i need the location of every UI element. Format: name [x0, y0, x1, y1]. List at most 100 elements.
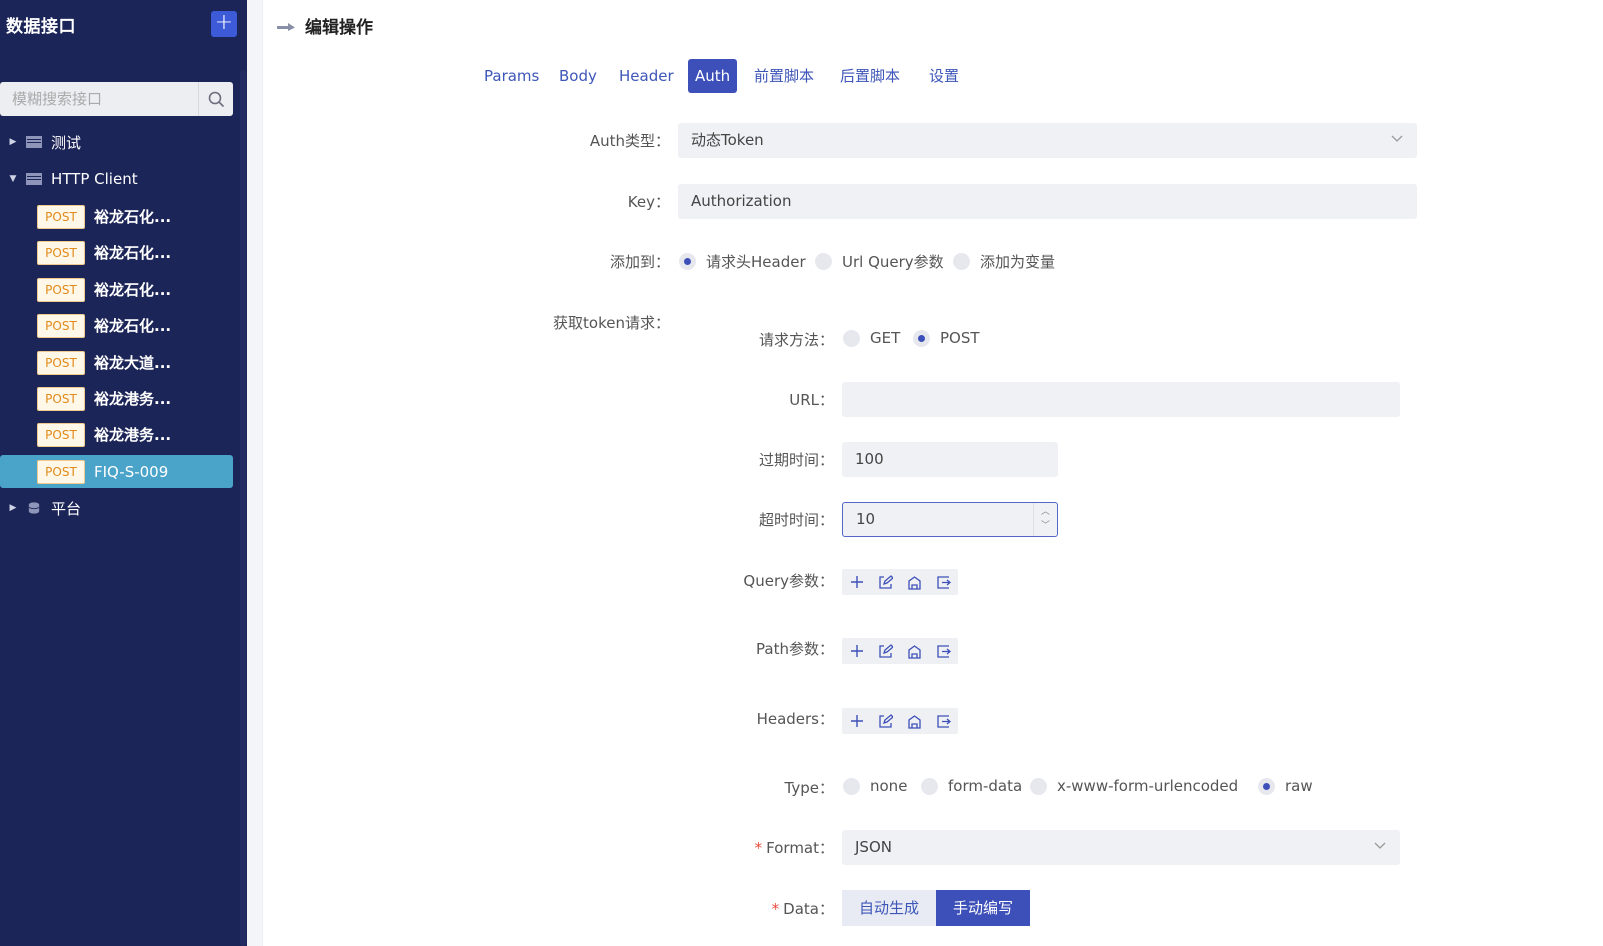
- tab-settings[interactable]: 设置: [923, 59, 965, 93]
- tab-params[interactable]: Params: [478, 59, 545, 93]
- radio-label: form-data: [948, 777, 1023, 795]
- manual-write-button[interactable]: 手动编写: [936, 890, 1031, 926]
- method-badge: POST: [37, 422, 85, 447]
- radio-type-urlencoded[interactable]: x-www-form-urlencoded: [1030, 777, 1238, 795]
- caret-right-icon: ▶: [9, 137, 17, 147]
- radio-label: none: [870, 777, 908, 795]
- edit-button[interactable]: [871, 708, 900, 734]
- list-item-label: 裕龙石化...: [94, 244, 172, 262]
- radio-label: POST: [940, 329, 980, 347]
- radio-label: Url Query参数: [842, 253, 944, 271]
- chevron-down-icon[interactable]: ﹀: [1034, 519, 1057, 533]
- key-value: Authorization: [691, 192, 792, 210]
- export-button[interactable]: [929, 638, 958, 664]
- tree-group-label: 测试: [51, 133, 82, 152]
- export-button[interactable]: [929, 569, 958, 595]
- add-button[interactable]: [842, 569, 871, 595]
- method-badge: POST: [37, 313, 85, 338]
- sidebar: 数据接口 + ▶ 测试 ▼ HTTP Client POST 裕龙石化... P…: [0, 0, 247, 946]
- radio-method-post[interactable]: POST: [913, 329, 980, 347]
- list-item[interactable]: POST 裕龙大道...: [0, 346, 233, 379]
- add-button[interactable]: [842, 708, 871, 734]
- sidebar-scrollbar[interactable]: [240, 70, 246, 946]
- add-interface-button[interactable]: +: [211, 11, 237, 37]
- token-request-label: 获取token请求：: [553, 314, 670, 332]
- key-input[interactable]: Authorization: [678, 184, 1417, 219]
- export-button[interactable]: [929, 708, 958, 734]
- timeout-input[interactable]: 10 ︿ ﹀: [842, 502, 1058, 537]
- radio-add-to-query[interactable]: Url Query参数: [815, 251, 944, 272]
- auth-type-select[interactable]: 动态Token: [678, 123, 1417, 158]
- expire-input[interactable]: 100: [842, 442, 1058, 477]
- method-badge: POST: [37, 277, 85, 302]
- tab-auth[interactable]: Auth: [688, 59, 738, 93]
- edit-icon: [879, 643, 893, 658]
- bulk-button[interactable]: [900, 708, 929, 734]
- list-item[interactable]: POST 裕龙石化...: [0, 200, 233, 233]
- caret-right-icon: ▶: [9, 503, 17, 513]
- bulk-button[interactable]: [900, 638, 929, 664]
- radio-icon: [953, 253, 970, 270]
- radio-type-form-data[interactable]: form-data: [921, 777, 1022, 795]
- export-icon: [937, 644, 951, 658]
- key-label: Key：: [627, 193, 670, 211]
- chevron-down-icon: [1374, 842, 1386, 849]
- tree-group-platform[interactable]: ▶ 平台: [0, 492, 233, 524]
- query-params-label: Query参数：: [743, 572, 834, 590]
- tree-group-test[interactable]: ▶ 测试: [0, 126, 233, 158]
- bulk-button[interactable]: [900, 569, 929, 595]
- search-button[interactable]: [198, 82, 233, 116]
- sidebar-title: 数据接口: [6, 17, 76, 37]
- search-box: [0, 82, 233, 116]
- http-folder-icon: [26, 136, 42, 148]
- tab-post-script[interactable]: 后置脚本: [834, 59, 906, 93]
- expire-value: 100: [855, 450, 884, 468]
- format-label: * Format：: [754, 839, 834, 857]
- building-icon: [908, 644, 921, 659]
- url-input[interactable]: [842, 382, 1400, 417]
- data-mode-toggle: 自动生成 手动编写: [842, 890, 1031, 926]
- edit-icon: [879, 713, 893, 728]
- auth-type-value: 动态Token: [691, 131, 764, 149]
- list-item-label: 裕龙大道...: [94, 354, 172, 372]
- radio-icon: [1030, 777, 1047, 795]
- method-badge: POST: [37, 386, 85, 411]
- format-select[interactable]: JSON: [842, 830, 1400, 865]
- chevron-up-icon[interactable]: ︿: [1034, 505, 1057, 519]
- radio-add-to-header[interactable]: 请求头Header: [679, 251, 806, 272]
- radio-add-to-variable[interactable]: 添加为变量: [953, 251, 1055, 272]
- list-item[interactable]: POST 裕龙港务...: [0, 382, 233, 415]
- auto-generate-button[interactable]: 自动生成: [842, 890, 937, 926]
- method-badge: POST: [37, 240, 85, 265]
- list-item-active[interactable]: POST FIQ-S-009: [0, 455, 233, 488]
- method-label: 请求方法：: [758, 331, 834, 349]
- radio-label: 添加为变量: [980, 253, 1056, 271]
- list-item[interactable]: POST 裕龙石化...: [0, 309, 233, 342]
- edit-button[interactable]: [871, 569, 900, 595]
- edit-button[interactable]: [871, 638, 900, 664]
- edit-operation-icon: [277, 23, 295, 31]
- list-item[interactable]: POST 裕龙港务...: [0, 418, 233, 451]
- number-stepper[interactable]: ︿ ﹀: [1033, 503, 1057, 536]
- radio-type-none[interactable]: none: [843, 777, 907, 795]
- edit-icon: [879, 574, 893, 589]
- path-params-toolbar: [842, 638, 958, 664]
- tab-header[interactable]: Header: [613, 59, 680, 93]
- list-item[interactable]: POST 裕龙石化...: [0, 236, 233, 269]
- add-button[interactable]: [842, 638, 871, 664]
- radio-method-get[interactable]: GET: [843, 329, 900, 347]
- list-item[interactable]: POST 裕龙石化...: [0, 273, 233, 306]
- radio-icon: [815, 253, 832, 270]
- required-mark: *: [771, 900, 780, 918]
- list-item-label: FIQ-S-009: [94, 462, 169, 481]
- radio-icon: [921, 777, 938, 795]
- list-item-label: 裕龙石化...: [94, 281, 172, 299]
- query-params-toolbar: [842, 569, 958, 595]
- tab-body[interactable]: Body: [553, 59, 603, 93]
- tab-pre-script[interactable]: 前置脚本: [748, 59, 820, 93]
- radio-selected-icon: [913, 329, 930, 347]
- list-item-label: 裕龙石化...: [94, 208, 172, 226]
- radio-type-raw[interactable]: raw: [1258, 777, 1313, 795]
- tree-group-http-client[interactable]: ▼ HTTP Client: [0, 163, 233, 195]
- search-input[interactable]: [0, 82, 198, 116]
